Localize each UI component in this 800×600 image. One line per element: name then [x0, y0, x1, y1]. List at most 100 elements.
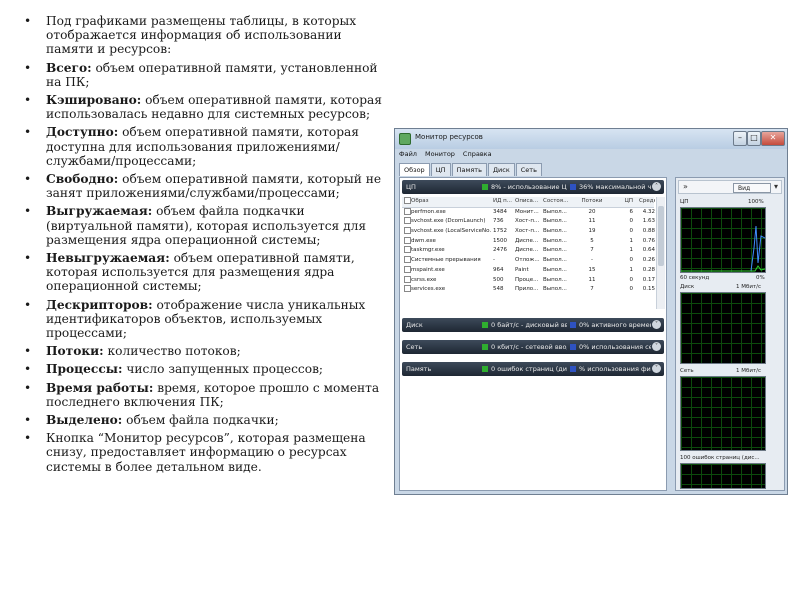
resource-monitor-window[interactable]: Монитор ресурсов – □ ✕ Файл Монитор Справк… — [394, 128, 788, 495]
section-memory[interactable]: Память 0 ошибок страниц (диск)/... % исп… — [402, 362, 664, 376]
view-dropdown[interactable]: Вид — [733, 183, 771, 193]
graph-toolbar: » Вид ▾ — [678, 180, 782, 194]
bullet-term: Невыгружаемая: — [46, 251, 170, 266]
table-row[interactable]: taskmgr.exe 2476 Диспе... Выпол... 7 1 0.64 — [402, 246, 655, 256]
table-cell: 7 — [590, 247, 594, 254]
bullet-dot: • — [24, 344, 32, 359]
section-memory-name: Память — [406, 365, 432, 373]
collapse-pane-icon[interactable]: » — [683, 182, 688, 191]
table-cell: svchost.exe (LocalServiceNo... — [411, 228, 491, 235]
tab[interactable]: Обзор — [399, 163, 430, 176]
table-row[interactable]: services.exe 548 Прило... Выпол... 7 0 0.15 — [402, 285, 655, 295]
bullet-dot: • — [24, 204, 32, 219]
table-row[interactable]: dwm.exe 1500 Диспе... Выпол... 5 1 0.76 — [402, 236, 655, 247]
maximize-button[interactable]: □ — [747, 131, 761, 146]
column-header[interactable]: Описа... — [515, 197, 542, 207]
table-row[interactable]: Системные прерывания - Отлож... Выпол... - 0 0… — [402, 256, 655, 266]
table-header-row: Образ ИД п... Описа... Состоя... Потоки ЦП Сре… — [402, 197, 655, 208]
table-row[interactable]: svchost.exe (LocalServiceNo... 1752 Хост-п… — [402, 227, 655, 237]
row-checkbox[interactable] — [404, 227, 411, 235]
bullet-term: Свободно: — [46, 172, 119, 187]
bullet-term: Всего: — [46, 60, 92, 75]
table-row[interactable]: mspaint.exe 964 Paint Выпол... 15 1 0.28 — [402, 265, 655, 276]
bullet-dot: • — [24, 297, 32, 312]
row-checkbox[interactable] — [404, 217, 411, 225]
chevron-down-icon[interactable]: ˅ — [652, 342, 661, 351]
bullet-item: • Невыгружаемая: объем оперативной памяти… — [24, 251, 384, 294]
close-button[interactable]: ✕ — [761, 131, 785, 146]
table-cell: 1 — [629, 266, 634, 273]
net-usage-text: 0% использования сети (%... — [579, 343, 651, 351]
bullet-term: Кэшировано: — [46, 93, 142, 108]
section-disk[interactable]: Диск 0 байт/с - дисковый ввод-... 0% акт… — [402, 318, 664, 332]
table-cell: Выпол... — [543, 266, 567, 273]
cpu-graph-min: 0% — [756, 275, 765, 281]
table-cell: 736 — [493, 218, 504, 225]
bullet-item: • Кэшировано: объем оперативной памяти, к… — [24, 93, 384, 121]
table-cell: Монит... — [515, 208, 539, 215]
column-header[interactable]: ЦП — [621, 197, 633, 207]
row-checkbox[interactable] — [404, 246, 411, 254]
table-cell: Выпол... — [543, 247, 567, 254]
column-header[interactable]: Состоя... — [543, 197, 575, 207]
menu-item[interactable]: Файл — [399, 150, 417, 158]
menu-item[interactable]: Монитор — [425, 150, 455, 158]
tab[interactable]: ЦП — [430, 163, 451, 176]
column-header[interactable]: Образ — [411, 197, 491, 207]
row-checkbox[interactable] — [404, 197, 411, 204]
row-checkbox[interactable] — [404, 256, 411, 264]
row-checkbox[interactable] — [404, 265, 411, 273]
table-cell: Выпол... — [543, 218, 567, 225]
table-cell: Выпол... — [543, 257, 567, 264]
table-cell: Выпол... — [543, 286, 567, 293]
process-table-scrollbar[interactable] — [656, 197, 665, 309]
row-checkbox[interactable] — [404, 207, 411, 215]
section-cpu-name: ЦП — [406, 183, 416, 191]
table-cell: Paint — [515, 266, 529, 273]
bullet-text: Кнопка “Монитор ресурсов”, которая разме… — [46, 431, 366, 474]
table-cell: 0.26 — [642, 257, 655, 264]
table-cell: 3484 — [493, 208, 507, 215]
bullet-item: • Выделено: объем файла подкачки; — [24, 413, 384, 427]
table-cell: 0 — [629, 218, 634, 225]
table-cell: 11 — [588, 276, 596, 283]
cpu-usage-indicator — [482, 184, 488, 190]
bullet-item: • Свободно: объем оперативной памяти, кот… — [24, 172, 384, 200]
table-cell: 1 — [629, 237, 634, 244]
column-header[interactable]: ИД п... — [493, 197, 513, 207]
bullet-term: Время работы: — [46, 380, 154, 395]
tab[interactable]: Диск — [487, 163, 515, 176]
row-checkbox[interactable] — [404, 275, 411, 283]
column-header[interactable]: Средн... — [639, 197, 655, 207]
table-row[interactable]: perfmon.exe 3484 Монит... Выпол... 20 6 4.32 — [402, 207, 655, 218]
window-titlebar[interactable]: Монитор ресурсов – □ ✕ — [395, 129, 787, 149]
column-header[interactable]: Потоки — [577, 197, 607, 207]
table-cell: 0 — [629, 276, 634, 283]
bullet-dot: • — [24, 380, 32, 395]
table-cell: 11 — [588, 218, 596, 225]
tab[interactable]: Память — [451, 163, 487, 176]
graph-pane: » Вид ▾ ЦП 100% 60 секунд 0% Диск 1 Мбит… — [675, 177, 785, 491]
table-row[interactable]: csrss.exe 500 Проце... Выпол... 11 0 0.17 — [402, 275, 655, 286]
section-net[interactable]: Сеть 0 кбит/с - сетевой ввод-в... 0% исп… — [402, 340, 664, 354]
minimize-button[interactable]: – — [733, 131, 747, 146]
chevron-down-icon[interactable]: ˅ — [652, 320, 661, 329]
chevron-up-icon[interactable]: ˄ — [652, 182, 661, 191]
bullet-item: • Время работы: время, которое прошло с м… — [24, 381, 384, 409]
bullet-list: • Под графиками размещены таблицы, в кото… — [24, 14, 384, 478]
disk-active-text: 0% активного времени (м... — [579, 321, 651, 329]
table-cell: 0.76 — [642, 237, 655, 244]
row-checkbox[interactable] — [404, 236, 411, 244]
row-checkbox[interactable] — [404, 285, 411, 293]
table-row[interactable]: svchost.exe (DcomLaunch) 736 Хост-п... Выпо… — [402, 217, 655, 227]
chevron-down-icon[interactable]: ▾ — [774, 182, 778, 191]
tab[interactable]: Сеть — [515, 163, 542, 176]
disk-active-indicator — [570, 322, 576, 328]
menu-item[interactable]: Справка — [463, 150, 492, 158]
chevron-down-icon[interactable]: ˅ — [652, 364, 661, 373]
table-cell: 0.28 — [642, 266, 655, 273]
cpu-usage-text: 8% - использование ЦП — [491, 183, 567, 191]
section-cpu[interactable]: ЦП 8% - использование ЦП 36% максимально… — [402, 180, 664, 194]
table-cell: 0 — [629, 257, 634, 264]
table-cell: csrss.exe — [411, 276, 437, 283]
